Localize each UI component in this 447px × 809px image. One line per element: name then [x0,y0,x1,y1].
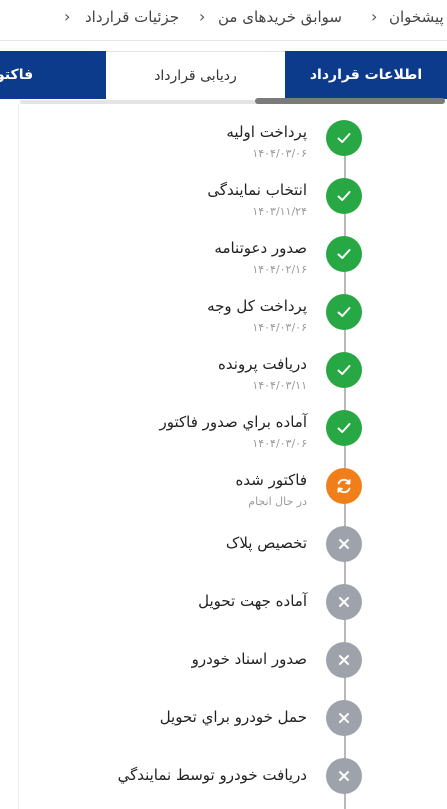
step-status-done [326,294,362,330]
breadcrumb-item-contract-details[interactable]: جزئیات قرارداد [85,8,179,26]
step-status-pending [326,700,362,736]
step-status-done [326,178,362,214]
check-icon [335,361,353,379]
step-status-pending [326,642,362,678]
check-icon [335,303,353,321]
step-title: پرداخت کل وجه [207,297,307,315]
step-title: دریافت خودرو توسط نمایندگي [117,766,307,784]
close-icon [336,536,352,552]
step-title: تخصیص پلاک [225,534,307,552]
tab-contract-tracking[interactable]: ردیابی قرارداد [106,51,285,99]
step-date: ۱۴۰۳/۱۱/۲۴ [252,205,307,218]
sync-icon [334,476,354,496]
step-title: آماده جهت تحویل [198,592,307,610]
step-title: صدور دعوتنامه [214,239,307,257]
check-icon [335,129,353,147]
tab-bar: اطلاعات قرارداد ردیابی قرارداد فاکتور [0,51,447,99]
step-date: ۱۴۰۴/۰۲/۱۶ [252,263,307,276]
step-title: آماده براي صدور فاکتور [159,413,307,431]
step-title: پرداخت اولیه [226,123,307,141]
step-date: ۱۴۰۴/۰۳/۰۶ [252,321,307,334]
close-icon [336,710,352,726]
check-icon [335,187,353,205]
step-status-done [326,120,362,156]
step-status-done [326,236,362,272]
step-title: دریافت پرونده [218,355,307,373]
step-status-in-progress [326,468,362,504]
breadcrumb-item-purchase-history[interactable]: سوابق خریدهای من [218,8,342,26]
chevron-right-icon: › [199,7,206,26]
check-icon [335,245,353,263]
step-status-done [326,410,362,446]
breadcrumb-item-dashboard[interactable]: پیشخوان [389,8,444,26]
tracking-panel [18,104,447,809]
step-status-pending [326,584,362,620]
step-title: فاکتور شده [235,471,307,489]
step-date: ۱۴۰۴/۰۳/۰۶ [252,437,307,450]
tab-contract-info[interactable]: اطلاعات قرارداد [285,51,447,99]
step-status-pending [326,758,362,794]
step-status-done [326,352,362,388]
check-icon [335,419,353,437]
step-date: ۱۴۰۴/۰۳/۰۶ [252,147,307,160]
step-title: حمل خودرو براي تحویل [159,708,307,726]
close-icon [336,652,352,668]
step-title: انتخاب نمایندگی [207,181,307,199]
breadcrumb: › جزئیات قرارداد › سوابق خریدهای من › پی… [0,0,447,41]
close-icon [336,768,352,784]
close-icon [336,594,352,610]
tab-invoice[interactable]: فاکتور [0,51,106,99]
step-date: ۱۴۰۴/۰۳/۱۱ [252,379,307,392]
chevron-right-icon: › [371,7,378,26]
step-title: صدور اسناد خودرو [191,650,307,668]
step-status-text: در حال انجام [248,495,307,508]
step-status-pending [326,526,362,562]
chevron-right-icon: › [64,7,71,26]
